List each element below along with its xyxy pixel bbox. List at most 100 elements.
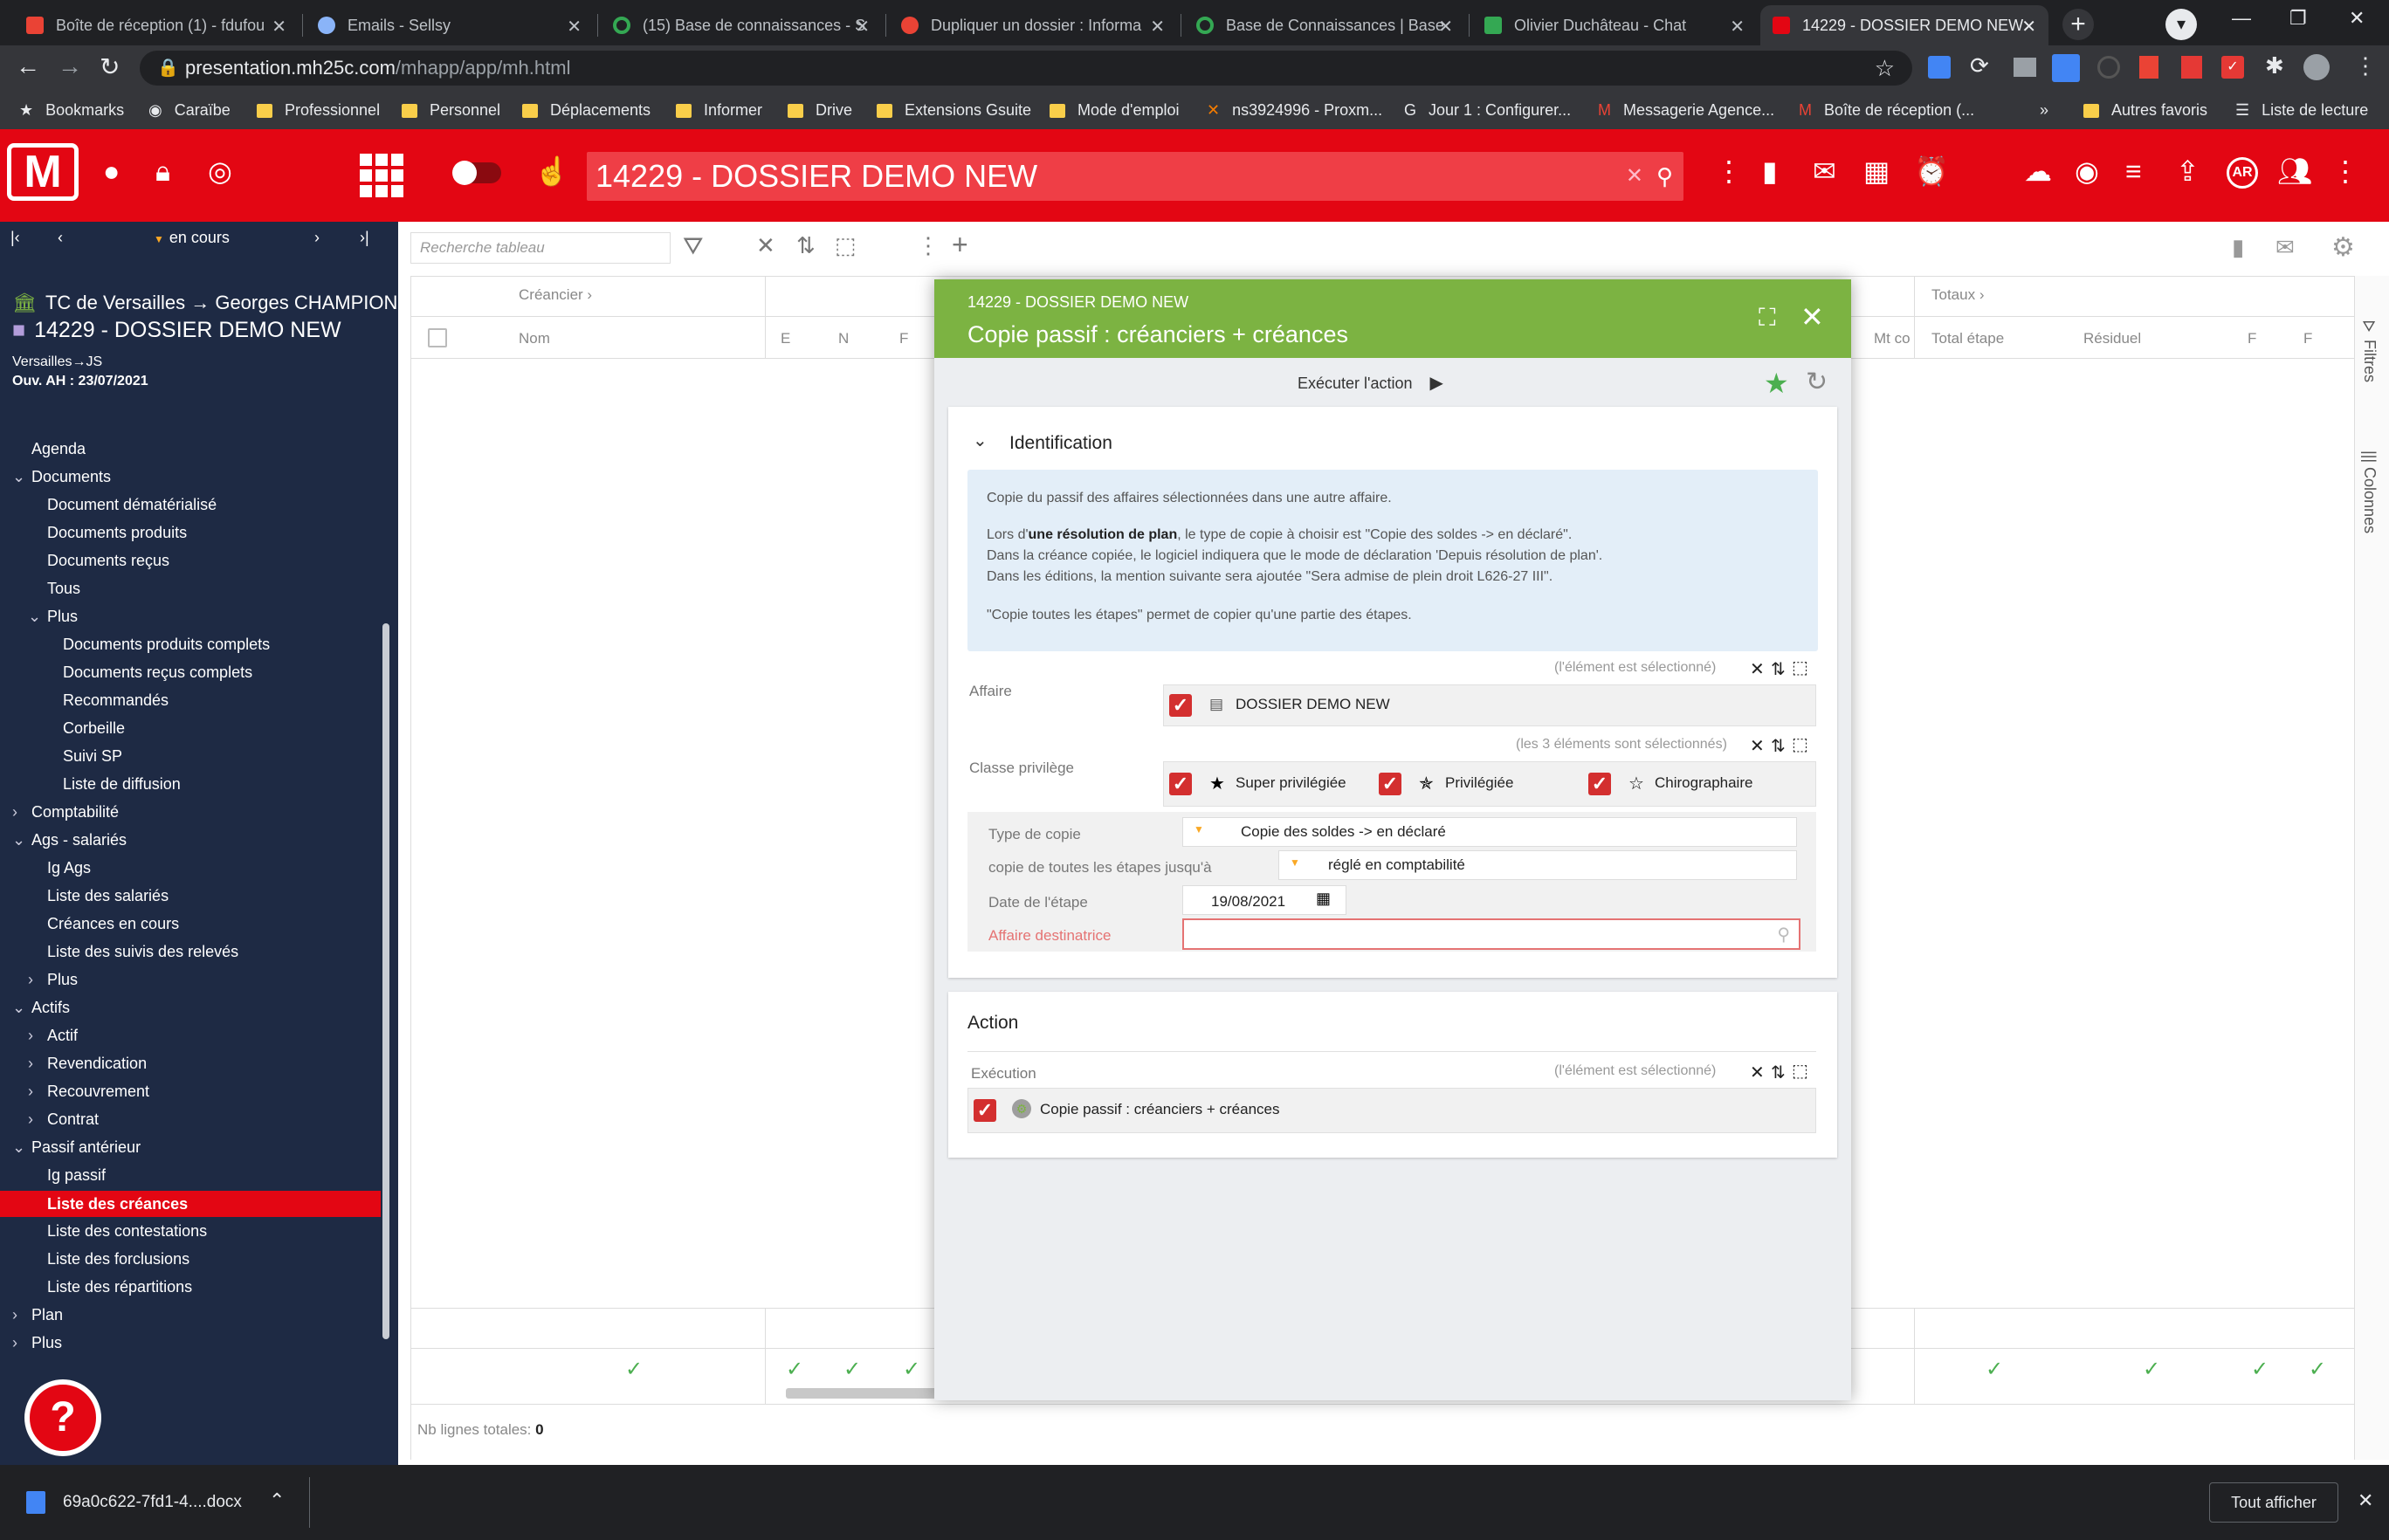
column-header-f[interactable]: F	[2303, 330, 2312, 347]
sort-icon[interactable]: ⇅	[1771, 735, 1786, 757]
execution-checkbox[interactable]: ✓	[974, 1099, 996, 1122]
sidebar-item[interactable]: Liste des forclusions	[47, 1250, 189, 1268]
browser-tab[interactable]: (15) Base de connaissances - S ✕	[601, 5, 882, 45]
check-extension-icon[interactable]: ✓	[2221, 56, 2244, 79]
table-search-input[interactable]: Recherche tableau	[410, 232, 671, 264]
bookmark-item[interactable]: G Jour 1 : Configurer...	[1404, 101, 1571, 120]
browser-tab[interactable]: Emails - Sellsy ✕	[306, 5, 594, 45]
search-icon[interactable]: ⚲	[1777, 924, 1790, 945]
browser-tab[interactable]: Base de Connaissances | Base ✕	[1184, 5, 1465, 45]
date-etape-input[interactable]: 19/08/2021 ▦	[1182, 885, 1346, 915]
new-extension-icon[interactable]	[2052, 54, 2080, 82]
export-icon[interactable]: ⇪	[2176, 154, 2200, 189]
restore-icon[interactable]: ❐	[2289, 7, 2307, 30]
mail-icon[interactable]: ✉	[1813, 154, 1836, 189]
super-privilegiee-checkbox[interactable]: ✓	[1169, 773, 1192, 795]
sidebar-item[interactable]: Documents produits	[47, 524, 187, 542]
sidebar-item[interactable]: Documents reçus complets	[63, 663, 252, 682]
list-icon[interactable]: ≡	[2125, 154, 2142, 189]
sidebar-item[interactable]: › Revendication	[28, 1055, 147, 1073]
calendar-icon[interactable]: ▦	[1863, 154, 1890, 189]
close-tab-icon[interactable]: ✕	[1438, 16, 1453, 38]
chevron-right-icon[interactable]: ›	[28, 1083, 33, 1101]
first-page-icon[interactable]: |‹	[10, 229, 20, 260]
downloaded-file[interactable]: 69a0c622-7fd1-4....docx	[63, 1493, 242, 1512]
close-tab-icon[interactable]: ✕	[2021, 16, 2036, 38]
new-tab-button[interactable]: +	[2062, 9, 2094, 40]
clear-selection-icon[interactable]: ✕	[1750, 735, 1765, 757]
filter-icon[interactable]: ⛛	[683, 232, 704, 261]
collapse-chevron-icon[interactable]: ⌄	[973, 430, 988, 451]
sidebar-item[interactable]: Suivi SP	[63, 747, 122, 766]
sidebar-item[interactable]: Corbeille	[63, 719, 125, 738]
minimize-icon[interactable]: —	[2232, 7, 2251, 30]
sort-icon[interactable]: ⇅	[796, 232, 816, 259]
bookmark-folder[interactable]: Informer	[676, 101, 762, 120]
close-tab-icon[interactable]: ✕	[272, 16, 286, 38]
close-icon[interactable]: ✕	[1800, 300, 1824, 333]
sidebar-item[interactable]: › Plan	[12, 1306, 63, 1324]
reading-list[interactable]: ☰ Liste de lecture	[2235, 101, 2368, 120]
chevron-up-icon[interactable]: ⌃	[269, 1489, 285, 1512]
sidebar-item[interactable]: Ig Ags	[47, 859, 91, 877]
select-all-icon[interactable]: ⬚	[1792, 1060, 1808, 1082]
sidebar-item[interactable]: › Recouvrement	[28, 1083, 149, 1101]
chevron-right-icon[interactable]: ›	[12, 1334, 17, 1352]
column-header-f[interactable]: F	[2248, 330, 2256, 347]
bookmark-item[interactable]: M Boîte de réception (...	[1799, 101, 1974, 120]
sidebar-item[interactable]: ⌄ Actifs	[12, 999, 70, 1017]
clear-selection-icon[interactable]: ✕	[1750, 1062, 1765, 1083]
chevron-down-icon[interactable]: ⌄	[12, 468, 25, 486]
sidebar-item[interactable]: ⌄ Ags - salariés	[12, 831, 127, 849]
close-window-icon[interactable]: ✕	[2349, 7, 2365, 30]
sidebar-item[interactable]: Liste des suivis des relevés	[47, 943, 238, 961]
extension-icon[interactable]	[2014, 58, 2036, 77]
sidebar-item[interactable]: Documents reçus	[47, 552, 169, 570]
toggle-switch[interactable]	[452, 161, 501, 185]
close-tab-icon[interactable]: ✕	[1150, 16, 1165, 38]
sidebar-item[interactable]: Tous	[47, 580, 80, 598]
tab-search-icon[interactable]: ▾	[2165, 9, 2197, 40]
bookmark-folder[interactable]: Extensions Gsuite	[877, 101, 1031, 120]
bookmark-item[interactable]: ✕ ns3924996 - Proxm...	[1207, 101, 1382, 120]
column-header-f[interactable]: F	[899, 330, 908, 347]
bookmarks-overflow[interactable]: »	[2040, 101, 2048, 120]
sidebar-item[interactable]: Liste de diffusion	[63, 775, 181, 794]
type-copie-select[interactable]: ▼ Copie des soldes -> en déclaré	[1182, 817, 1797, 847]
select-all-checkbox[interactable]	[428, 328, 447, 347]
add-icon[interactable]: +	[952, 229, 968, 261]
sidebar-item[interactable]: ⌄ Plus	[28, 608, 78, 626]
document-icon[interactable]: ▮	[2232, 234, 2244, 261]
favorite-star-icon[interactable]: ★	[1764, 367, 1789, 400]
last-page-icon[interactable]: ›|	[360, 229, 369, 260]
sidebar-item[interactable]: Recommandés	[63, 691, 169, 710]
extension-icon[interactable]	[2097, 56, 2120, 79]
bookmark-item[interactable]: M Messagerie Agence...	[1598, 101, 1774, 120]
bookmark-item[interactable]: ★ Bookmarks	[19, 101, 124, 120]
sidebar-item[interactable]: › Actif	[28, 1027, 78, 1045]
sidebar-item[interactable]: › Plus	[28, 971, 78, 989]
bookmark-item[interactable]: ◉ Caraïbe	[148, 101, 231, 120]
sidebar-item[interactable]: Liste des créances	[0, 1191, 381, 1217]
lock-icon[interactable]: 🔒︎	[155, 154, 170, 189]
bookmark-folder[interactable]: Mode d'emploi	[1050, 101, 1180, 120]
sidebar-item[interactable]: Liste des contestations	[47, 1222, 207, 1241]
chevron-down-icon[interactable]: ⌄	[12, 1138, 25, 1157]
sidebar-scrollbar[interactable]	[382, 623, 389, 1339]
chevron-right-icon[interactable]: ›	[28, 1110, 33, 1129]
apps-grid-icon[interactable]	[360, 154, 403, 197]
browser-tab-active[interactable]: 14229 - DOSSIER DEMO NEW ✕	[1760, 5, 2048, 45]
menu-icon[interactable]: ⋮	[2354, 52, 2377, 79]
close-icon[interactable]: ✕	[2358, 1489, 2373, 1512]
show-all-button[interactable]: Tout afficher	[2209, 1482, 2338, 1523]
filters-tab[interactable]: ⛛ Filtres	[2360, 320, 2379, 382]
dossier-title[interactable]: ■ 14229 - DOSSIER DEMO NEW	[12, 318, 341, 343]
alarm-icon[interactable]: ⏰	[1914, 154, 1949, 189]
sidebar-item[interactable]: Document dématérialisé	[47, 496, 217, 514]
affaire-checkbox[interactable]: ✓	[1169, 694, 1192, 717]
back-icon[interactable]: ←	[16, 52, 40, 80]
sidebar-item[interactable]: › Plus	[12, 1334, 62, 1352]
ar-icon[interactable]: AR	[2227, 157, 2258, 189]
select-all-icon[interactable]: ⬚	[1792, 733, 1808, 755]
next-icon[interactable]: ›	[314, 229, 320, 260]
